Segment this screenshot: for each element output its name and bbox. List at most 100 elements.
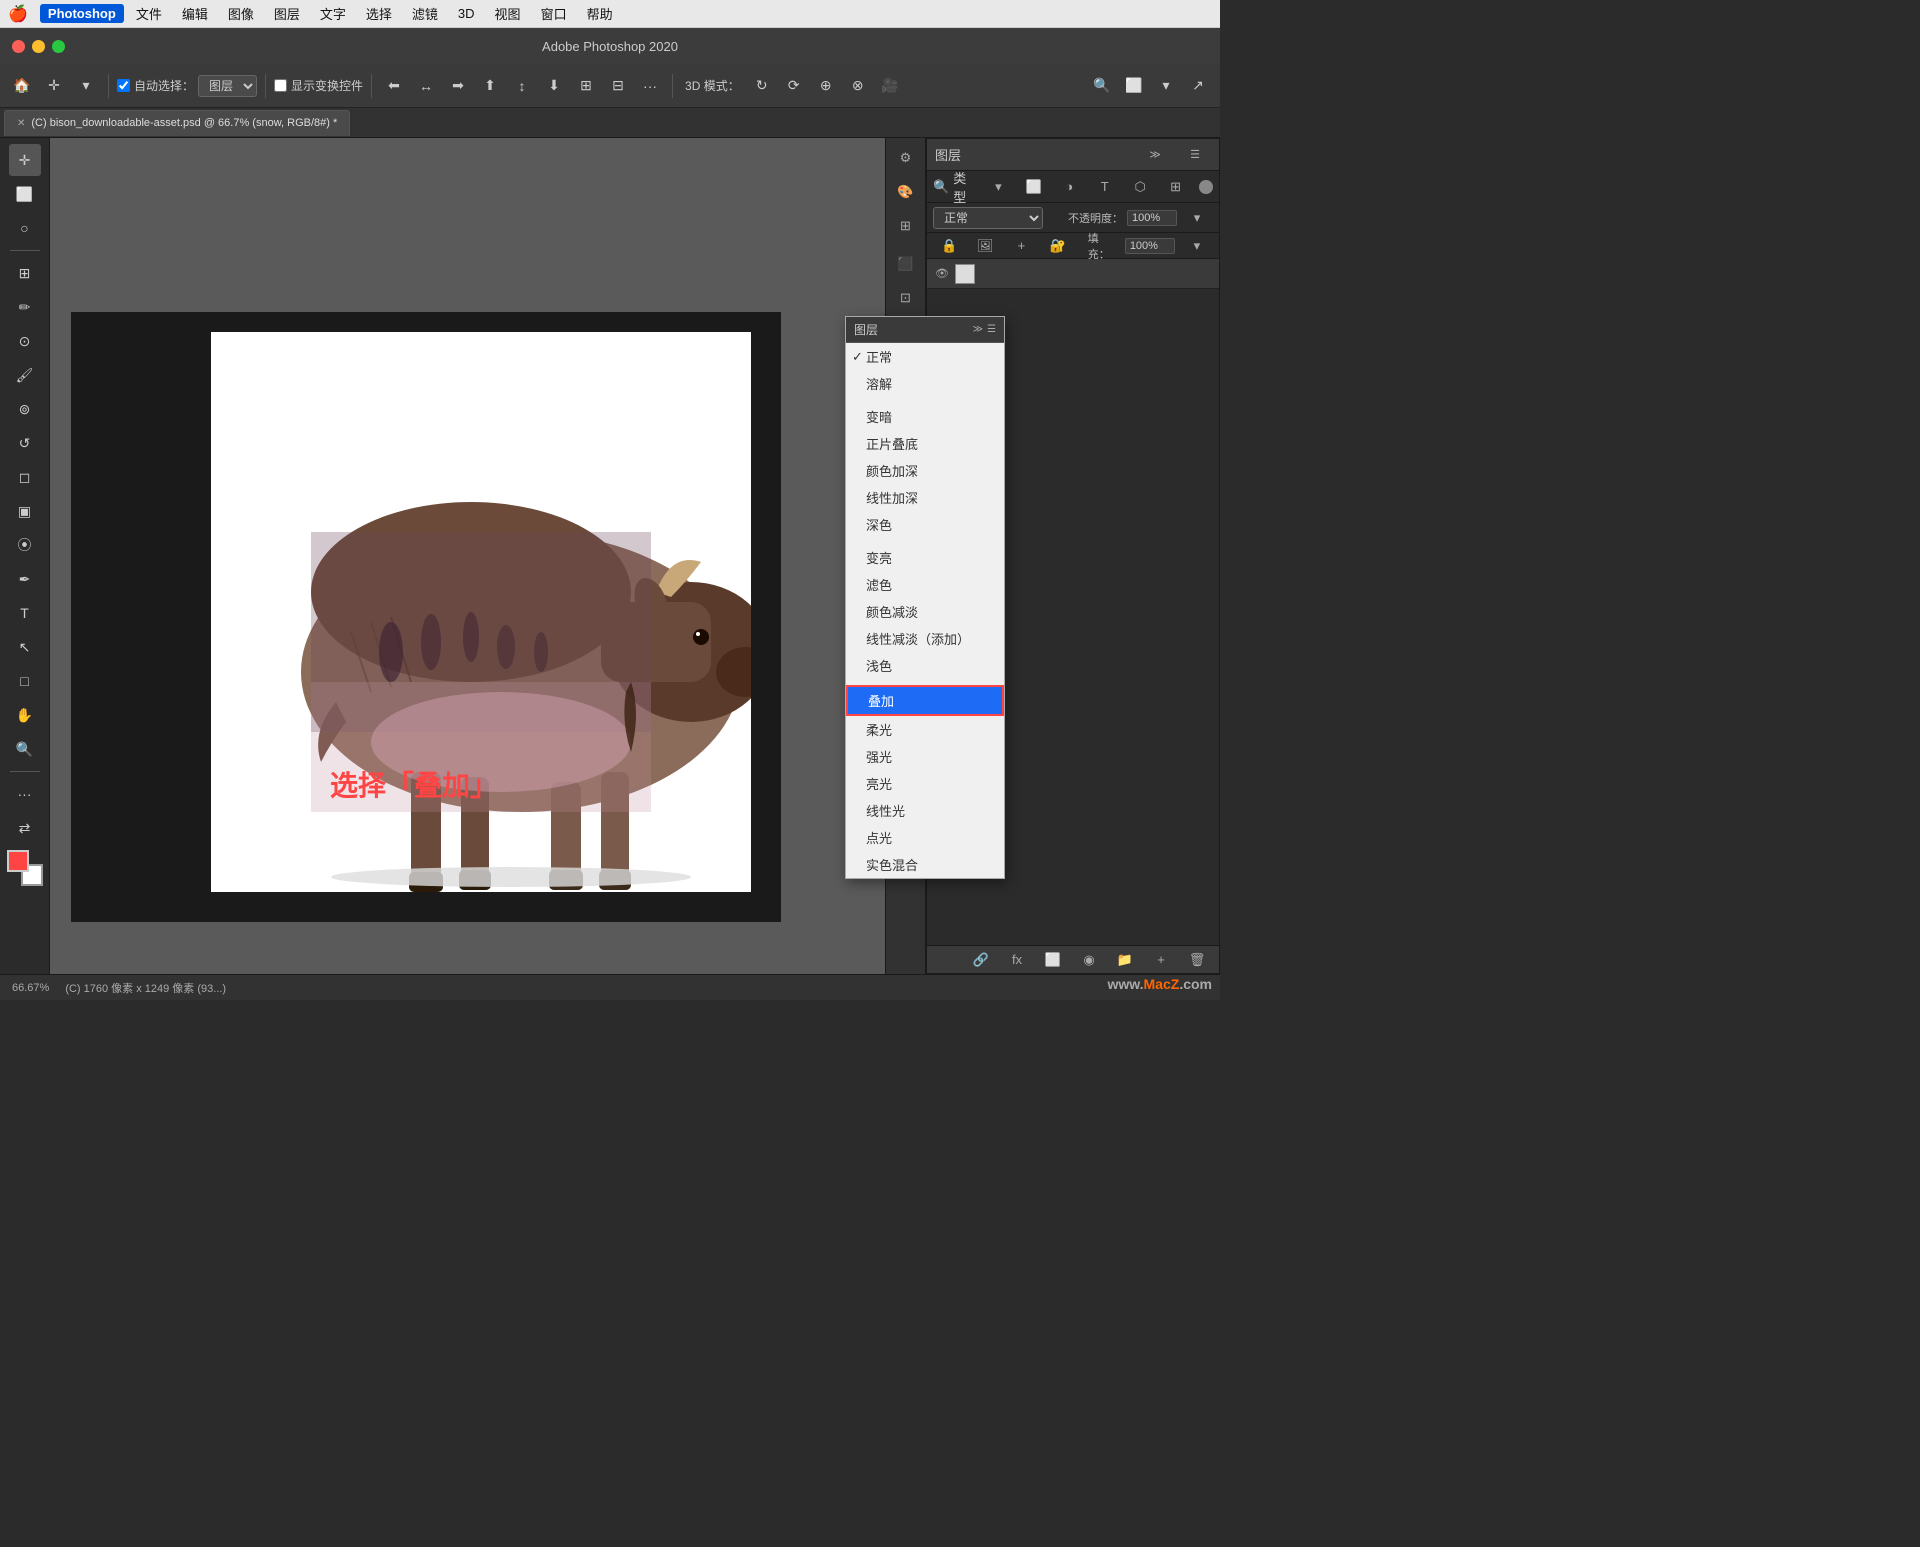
menu-text[interactable]: 文字: [312, 2, 354, 25]
shape-tool[interactable]: □: [9, 665, 41, 697]
filter-toggle-btn[interactable]: [1199, 180, 1213, 194]
pen-tool[interactable]: ✒: [9, 563, 41, 595]
panel-icon-2[interactable]: 🎨: [890, 176, 922, 208]
3d-btn-1[interactable]: ↻: [748, 72, 776, 100]
gradient-tool[interactable]: ▣: [9, 495, 41, 527]
crop-tool[interactable]: ⊞: [9, 257, 41, 289]
popup-expand-icon[interactable]: ≫: [973, 324, 983, 335]
blend-linear-burn[interactable]: 线性加深: [846, 484, 1004, 511]
distribute-1-icon[interactable]: ⊞: [572, 72, 600, 100]
lasso-tool[interactable]: ○: [9, 212, 41, 244]
link-layers-btn[interactable]: 🔗: [965, 944, 997, 976]
document-tab[interactable]: ✕ (C) bison_downloadable-asset.psd @ 66.…: [4, 110, 350, 136]
lock-position-btn[interactable]: +: [1007, 230, 1035, 262]
auto-select-dropdown[interactable]: 图层: [198, 75, 257, 97]
3d-btn-4[interactable]: ⊗: [844, 72, 872, 100]
share-icon[interactable]: ↗: [1184, 72, 1212, 100]
swap-tools-btn[interactable]: ⇄: [9, 812, 41, 844]
popup-menu-icon[interactable]: ☰: [987, 324, 996, 335]
stamp-tool[interactable]: ⊚: [9, 393, 41, 425]
blend-lighter-color[interactable]: 浅色: [846, 652, 1004, 679]
panel-icon-4[interactable]: ⬛: [890, 248, 922, 280]
blend-darker-color[interactable]: 深色: [846, 511, 1004, 538]
minimize-button[interactable]: [32, 40, 45, 53]
align-top-icon[interactable]: ⬆: [476, 72, 504, 100]
blend-hard-mix[interactable]: 实色混合: [846, 851, 1004, 878]
auto-select-checkbox-label[interactable]: 自动选择：: [117, 77, 194, 94]
menu-image[interactable]: 图像: [220, 2, 262, 25]
blend-soft-light[interactable]: 柔光: [846, 716, 1004, 743]
delete-layer-btn[interactable]: 🗑: [1181, 944, 1213, 976]
blend-linear-light[interactable]: 线性光: [846, 797, 1004, 824]
show-transform-label[interactable]: 显示变换控件: [274, 77, 363, 94]
blend-lighten[interactable]: 变亮: [846, 544, 1004, 571]
more-tools-btn[interactable]: ···: [9, 778, 41, 810]
home-icon[interactable]: 🏠: [8, 72, 36, 100]
auto-select-checkbox[interactable]: [117, 79, 130, 92]
eyedropper-tool[interactable]: ✏: [9, 291, 41, 323]
panel-icon-1[interactable]: ⚙: [890, 142, 922, 174]
new-group-btn[interactable]: 📁: [1109, 944, 1141, 976]
fill-dropdown-btn[interactable]: ▾: [1183, 230, 1211, 262]
text-tool[interactable]: T: [9, 597, 41, 629]
close-button[interactable]: [12, 40, 25, 53]
move-dropdown-btn[interactable]: ▾: [72, 72, 100, 100]
distribute-2-icon[interactable]: ⊟: [604, 72, 632, 100]
path-select-tool[interactable]: ↖: [9, 631, 41, 663]
eraser-tool[interactable]: ◻: [9, 461, 41, 493]
menu-file[interactable]: 文件: [128, 2, 170, 25]
menu-window[interactable]: 窗口: [533, 2, 575, 25]
layer-style-btn[interactable]: fx: [1001, 944, 1033, 976]
menu-help[interactable]: 帮助: [579, 2, 621, 25]
align-middle-icon[interactable]: ↕: [508, 72, 536, 100]
align-bottom-icon[interactable]: ⬇: [540, 72, 568, 100]
menu-layer[interactable]: 图层: [266, 2, 308, 25]
align-left-icon[interactable]: ⬅: [380, 72, 408, 100]
layer-mask-btn[interactable]: ⬜: [1037, 944, 1069, 976]
lock-image-btn[interactable]: 🖼: [971, 230, 999, 262]
close-tab-icon[interactable]: ✕: [17, 118, 25, 129]
move-tool[interactable]: ✛: [9, 144, 41, 176]
blend-pin-light[interactable]: 点光: [846, 824, 1004, 851]
move-tool-btn[interactable]: ✛: [40, 72, 68, 100]
apple-menu[interactable]: 🍎: [8, 4, 28, 24]
menu-photoshop[interactable]: Photoshop: [40, 4, 124, 23]
show-transform-checkbox[interactable]: [274, 79, 287, 92]
foreground-color-swatch[interactable]: [7, 850, 29, 872]
fill-input[interactable]: [1125, 238, 1175, 254]
blend-normal[interactable]: 正常: [846, 343, 1004, 370]
blend-overlay[interactable]: 叠加: [846, 685, 1004, 716]
workspace-icon[interactable]: ⬜: [1120, 72, 1148, 100]
menu-select[interactable]: 选择: [358, 2, 400, 25]
lock-transparent-btn[interactable]: 🔒: [935, 230, 963, 262]
spot-heal-tool[interactable]: ⊙: [9, 325, 41, 357]
zoom-tool[interactable]: 🔍: [9, 733, 41, 765]
blend-dissolve[interactable]: 溶解: [846, 370, 1004, 397]
more-options-icon[interactable]: ···: [636, 72, 664, 100]
3d-btn-2[interactable]: ⟳: [780, 72, 808, 100]
filter-adjust-btn[interactable]: ◑: [1054, 171, 1085, 203]
filter-pixel-btn[interactable]: ⬜: [1018, 171, 1049, 203]
filter-smart-btn[interactable]: ⊞: [1160, 171, 1191, 203]
3d-btn-5[interactable]: 🎥: [876, 72, 904, 100]
hand-tool[interactable]: ✋: [9, 699, 41, 731]
align-center-icon[interactable]: ↔: [412, 72, 440, 100]
filter-text-btn[interactable]: T: [1089, 171, 1120, 203]
layers-menu-icon[interactable]: ☰: [1179, 139, 1211, 171]
blend-linear-dodge[interactable]: 线性减淡（添加）: [846, 625, 1004, 652]
opacity-input[interactable]: [1127, 210, 1177, 226]
menu-3d[interactable]: 3D: [450, 4, 483, 23]
blend-color-dodge[interactable]: 颜色减淡: [846, 598, 1004, 625]
blend-color-burn[interactable]: 颜色加深: [846, 457, 1004, 484]
layer-row-1[interactable]: 👁: [927, 259, 1219, 289]
search-icon[interactable]: 🔍: [1088, 72, 1116, 100]
dodge-tool[interactable]: ⦿: [9, 529, 41, 561]
select-rectangle-tool[interactable]: ⬜: [9, 178, 41, 210]
new-fill-layer-btn[interactable]: ◉: [1073, 944, 1105, 976]
panel-icon-5[interactable]: ⊡: [890, 282, 922, 314]
blend-darken[interactable]: 变暗: [846, 403, 1004, 430]
filter-shape-btn[interactable]: ⬡: [1124, 171, 1155, 203]
panel-icon-3[interactable]: ⊞: [890, 210, 922, 242]
lock-all-btn[interactable]: 🔐: [1044, 230, 1072, 262]
blend-hard-light[interactable]: 强光: [846, 743, 1004, 770]
